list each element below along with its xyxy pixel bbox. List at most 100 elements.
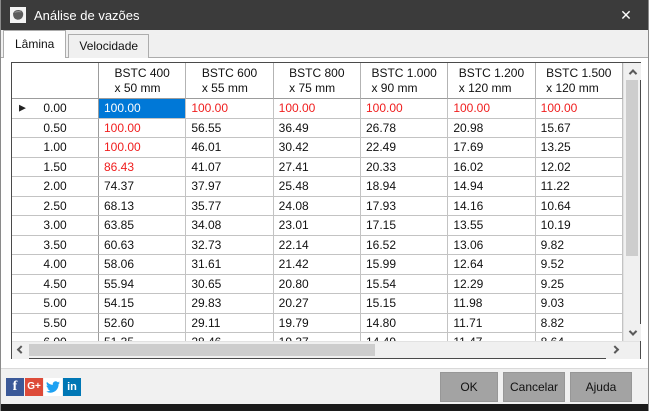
grid-cell[interactable]: 55.94 [99, 274, 187, 294]
grid-cell[interactable]: 15.15 [360, 294, 449, 314]
grid-cell[interactable]: 27.41 [273, 157, 361, 177]
grid-cell[interactable]: 34.08 [186, 216, 274, 236]
ok-button[interactable]: OK [440, 371, 498, 402]
grid-cell[interactable]: 19.37 [273, 333, 361, 341]
row-header[interactable]: 4.50 [12, 274, 99, 294]
grid-cell[interactable]: 14.80 [360, 313, 449, 333]
grid-cell[interactable]: 12.02 [535, 157, 623, 177]
column-header[interactable]: BSTC 800 x 75 mm [273, 63, 361, 99]
horizontal-scroll-thumb[interactable] [29, 344, 376, 356]
row-header[interactable]: 2.50 [12, 196, 99, 216]
scroll-right-button[interactable] [606, 342, 623, 359]
grid-cell[interactable]: 100.00 [99, 99, 187, 119]
grid-cell[interactable]: 46.01 [186, 138, 274, 158]
grid-cell[interactable]: 100.00 [448, 99, 536, 119]
cancel-button[interactable]: Cancelar [503, 371, 565, 402]
grid-cell[interactable]: 58.06 [99, 255, 187, 275]
grid-cell[interactable]: 32.73 [186, 235, 274, 255]
google-plus-icon[interactable]: G+ [25, 377, 43, 396]
grid-cell[interactable]: 100.00 [99, 138, 187, 158]
grid-cell[interactable]: 17.69 [448, 138, 536, 158]
grid-cell[interactable]: 30.65 [186, 274, 274, 294]
grid-cell[interactable]: 11.22 [535, 177, 623, 197]
grid-cell[interactable]: 14.49 [360, 333, 449, 341]
grid-cell[interactable]: 100.00 [360, 99, 449, 119]
tab-velocidade[interactable]: Velocidade [68, 34, 150, 58]
vertical-scroll-track[interactable] [624, 80, 640, 324]
grid-cell[interactable]: 10.64 [535, 196, 623, 216]
grid-cell[interactable]: 24.08 [273, 196, 361, 216]
row-header[interactable]: 4.00 [12, 255, 99, 275]
grid-cell[interactable]: 9.82 [535, 235, 623, 255]
grid-cell[interactable]: 100.00 [99, 118, 187, 138]
grid-cell[interactable]: 8.64 [535, 333, 623, 341]
scroll-left-button[interactable] [12, 342, 29, 359]
column-header[interactable]: BSTC 1.200 x 120 mm [448, 63, 536, 99]
grid-cell[interactable]: 56.55 [186, 118, 274, 138]
row-header[interactable]: 2.00 [12, 177, 99, 197]
vertical-scroll-thumb[interactable] [626, 80, 638, 256]
grid-cell[interactable]: 37.97 [186, 177, 274, 197]
grid-cell[interactable]: 8.82 [535, 313, 623, 333]
grid-cell[interactable]: 9.03 [535, 294, 623, 314]
grid-cell[interactable]: 15.67 [535, 118, 623, 138]
grid-cell[interactable]: 22.14 [273, 235, 361, 255]
grid-cell[interactable]: 14.94 [448, 177, 536, 197]
grid-cell[interactable]: 41.07 [186, 157, 274, 177]
row-header[interactable]: 5.00 [12, 294, 99, 314]
grid-cell[interactable]: 20.98 [448, 118, 536, 138]
help-button[interactable]: Ajuda [570, 371, 632, 402]
column-header[interactable]: BSTC 400 x 50 mm [99, 63, 187, 99]
scroll-up-button[interactable] [624, 63, 641, 80]
grid-cell[interactable]: 68.13 [99, 196, 187, 216]
grid-cell[interactable]: 15.99 [360, 255, 449, 275]
grid-cell[interactable]: 15.54 [360, 274, 449, 294]
grid-cell[interactable]: 11.98 [448, 294, 536, 314]
row-header[interactable]: 0.50 [12, 118, 99, 138]
row-header[interactable]: ▶ 0.00 [12, 99, 99, 119]
grid-cell[interactable]: 35.77 [186, 196, 274, 216]
row-header[interactable]: 3.50 [12, 235, 99, 255]
grid-cell[interactable]: 17.93 [360, 196, 449, 216]
grid-cell[interactable]: 28.46 [186, 333, 274, 341]
grid-cell[interactable]: 9.25 [535, 274, 623, 294]
grid-cell[interactable]: 54.15 [99, 294, 187, 314]
twitter-icon[interactable] [44, 377, 62, 396]
column-header[interactable]: BSTC 600 x 55 mm [186, 63, 274, 99]
linkedin-icon[interactable]: in [63, 377, 81, 396]
facebook-icon[interactable]: f [6, 377, 24, 396]
grid-cell[interactable]: 17.15 [360, 216, 449, 236]
grid-cell[interactable]: 11.47 [448, 333, 536, 341]
grid-cell[interactable]: 12.29 [448, 274, 536, 294]
grid-cell[interactable]: 13.06 [448, 235, 536, 255]
grid-cell[interactable]: 31.61 [186, 255, 274, 275]
grid-cell[interactable]: 18.94 [360, 177, 449, 197]
grid-cell[interactable]: 11.71 [448, 313, 536, 333]
grid-cell[interactable]: 86.43 [99, 157, 187, 177]
grid-cell[interactable]: 30.42 [273, 138, 361, 158]
grid-cell[interactable]: 29.83 [186, 294, 274, 314]
row-header[interactable]: 3.00 [12, 216, 99, 236]
row-header[interactable]: 1.50 [12, 157, 99, 177]
grid-cell[interactable]: 22.49 [360, 138, 449, 158]
horizontal-scroll-track[interactable] [29, 342, 606, 358]
grid-cell[interactable]: 25.48 [273, 177, 361, 197]
grid-cell[interactable]: 13.25 [535, 138, 623, 158]
vertical-scrollbar[interactable] [623, 63, 641, 341]
grid-cell[interactable]: 36.49 [273, 118, 361, 138]
column-header[interactable]: BSTC 1.000 x 90 mm [360, 63, 449, 99]
grid-cell[interactable]: 74.37 [99, 177, 187, 197]
grid-cell[interactable]: 100.00 [535, 99, 623, 119]
grid-cell[interactable]: 100.00 [186, 99, 274, 119]
grid-cell[interactable]: 9.52 [535, 255, 623, 275]
grid-cell[interactable]: 19.79 [273, 313, 361, 333]
horizontal-scrollbar[interactable] [12, 342, 623, 359]
grid-cell[interactable]: 16.02 [448, 157, 536, 177]
grid-cell[interactable]: 20.80 [273, 274, 361, 294]
grid-cell[interactable]: 10.19 [535, 216, 623, 236]
grid-cell[interactable]: 12.64 [448, 255, 536, 275]
grid-cell[interactable]: 14.16 [448, 196, 536, 216]
row-header[interactable]: 6.00 [12, 333, 99, 341]
grid-cell[interactable]: 100.00 [273, 99, 361, 119]
grid-cell[interactable]: 20.27 [273, 294, 361, 314]
